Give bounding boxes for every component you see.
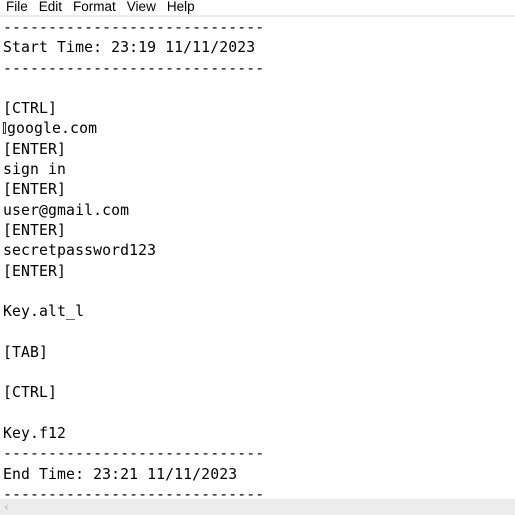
text-line: Key.alt_l [3, 303, 85, 321]
text-line: Start Time: 23:19 11/11/2023 [3, 39, 256, 57]
text-line: secretpassword123 [3, 242, 157, 260]
text-line [0, 404, 264, 424]
menu-view[interactable]: View [121, 0, 161, 14]
text-line [0, 322, 264, 342]
text-line: [ENTER] [3, 221, 67, 239]
menu-edit[interactable]: Edit [33, 0, 67, 14]
text-line: ----------------------------- [3, 485, 265, 499]
text-line: user@gmail.com [3, 201, 130, 219]
text-line: [CTRL] [3, 100, 58, 118]
menu-format[interactable]: Format [67, 0, 121, 14]
menu-file[interactable]: File [0, 0, 33, 14]
menu-help[interactable]: Help [161, 0, 200, 14]
text-line [0, 282, 264, 302]
text-line: [CTRL] [3, 384, 58, 402]
text-line: [ENTER] [3, 181, 67, 199]
document-lines: ----------------------------- Start Time:… [0, 18, 264, 499]
text-line: ----------------------------- [3, 445, 265, 463]
text-line-content: google.com [7, 120, 98, 138]
text-line: Key.f12 [3, 424, 67, 442]
text-line: sign in [3, 161, 67, 179]
text-line: End Time: 23:21 11/11/2023 [3, 465, 238, 483]
horizontal-scrollbar[interactable]: ‹ [0, 499, 515, 515]
text-line [0, 79, 264, 99]
text-line: [ENTER] [3, 140, 67, 158]
text-editor-area[interactable]: ----------------------------- Start Time:… [0, 17, 515, 499]
text-line [0, 363, 264, 383]
menu-bar: File Edit Format View Help [0, 0, 515, 17]
scroll-left-arrow-icon[interactable]: ‹ [4, 500, 9, 514]
text-line: google.com [0, 119, 264, 139]
text-line: ----------------------------- [3, 19, 265, 36]
text-line: [ENTER] [3, 262, 67, 280]
text-line: [TAB] [3, 343, 49, 361]
unprintable-char-box [3, 122, 6, 135]
text-line: ----------------------------- [3, 59, 265, 77]
